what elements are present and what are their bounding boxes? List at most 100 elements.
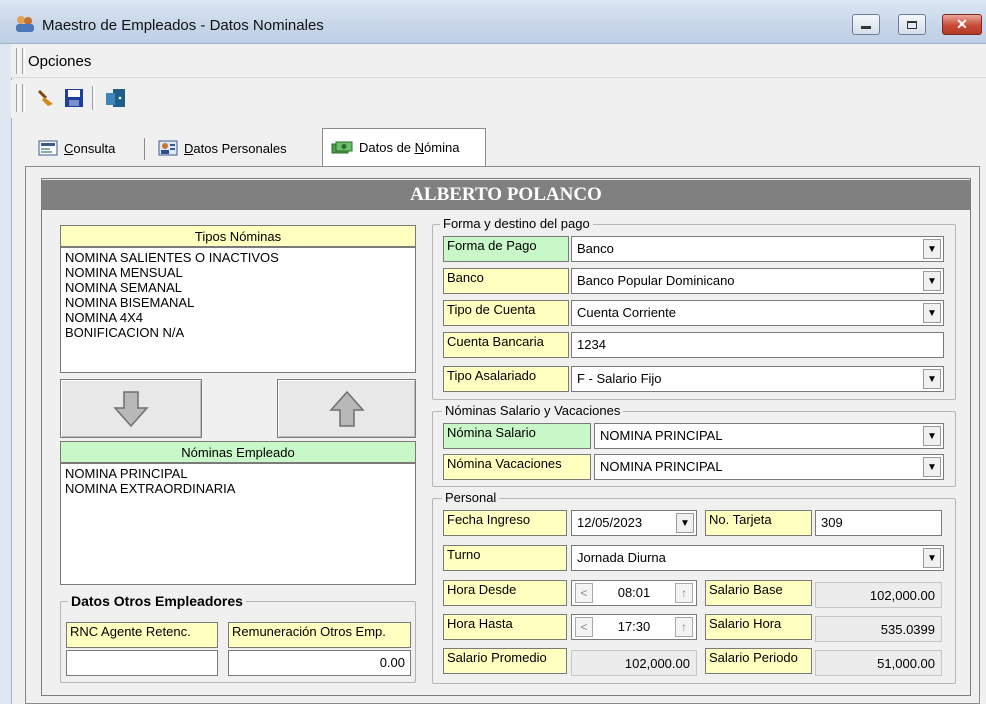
- broom-icon[interactable]: [36, 88, 56, 108]
- banco-select[interactable]: Banco Popular Dominicano ▼: [571, 268, 944, 294]
- menu-grip: [22, 48, 25, 74]
- turno-select[interactable]: Jornada Diurna ▼: [571, 545, 944, 571]
- tipo-cuenta-label: Tipo de Cuenta: [443, 300, 569, 326]
- chevron-down-icon[interactable]: ▼: [923, 457, 941, 477]
- no-tarjeta-input[interactable]: 309: [815, 510, 942, 536]
- personal-legend: Personal: [442, 490, 500, 505]
- maximize-button[interactable]: [898, 14, 926, 35]
- nominas-empleado-list[interactable]: NOMINA PRINCIPAL NOMINA EXTRAORDINARIA: [60, 463, 416, 585]
- tab-consulta[interactable]: Consulta: [30, 130, 123, 166]
- hora-desde-label: Hora Desde: [443, 580, 567, 606]
- decrement-arrow-icon[interactable]: <: [575, 617, 593, 637]
- move-down-button[interactable]: [60, 379, 202, 438]
- fecha-ingreso-picker[interactable]: 12/05/2023 ▼: [571, 510, 697, 536]
- list-item[interactable]: NOMINA 4X4: [65, 310, 411, 325]
- cuenta-bancaria-label: Cuenta Bancaria: [443, 332, 569, 358]
- hora-hasta-value: 17:30: [617, 619, 651, 634]
- fecha-ingreso-label: Fecha Ingreso: [443, 510, 567, 536]
- menu-bar: [11, 44, 986, 78]
- list-item[interactable]: NOMINA PRINCIPAL: [65, 466, 411, 481]
- banco-label: Banco: [443, 268, 569, 294]
- consulta-icon: [38, 140, 58, 156]
- remuneracion-label: Remuneración Otros Emp.: [228, 622, 411, 648]
- calendar-dropdown-icon[interactable]: ▼: [676, 513, 694, 533]
- hora-hasta-label: Hora Hasta: [443, 614, 567, 640]
- tipo-cuenta-value: Cuenta Corriente: [577, 305, 676, 320]
- nomina-vacaciones-label: Nómina Vacaciones: [443, 454, 591, 480]
- salario-promedio-value: 102,000.00: [571, 650, 697, 676]
- tab-label: Datos de Nómina: [359, 140, 460, 155]
- list-item[interactable]: NOMINA MENSUAL: [65, 265, 411, 280]
- minimize-button[interactable]: [852, 14, 880, 35]
- hora-desde-value: 08:01: [617, 585, 651, 600]
- move-up-button[interactable]: [277, 379, 416, 438]
- tipos-nominas-list[interactable]: NOMINA SALIENTES O INACTIVOS NOMINA MENS…: [60, 247, 416, 373]
- salario-base-label: Salario Base: [705, 580, 812, 606]
- nominas-sv-legend: Nóminas Salario y Vacaciones: [442, 403, 624, 418]
- list-item[interactable]: NOMINA BISEMANAL: [65, 295, 411, 310]
- list-item[interactable]: BONIFICACION N/A: [65, 325, 411, 340]
- toolbar-grip: [22, 84, 25, 112]
- otros-empleadores-title: Datos Otros Empleadores: [68, 593, 246, 609]
- salario-hora-label: Salario Hora: [705, 614, 812, 640]
- nomina-salario-value: NOMINA PRINCIPAL: [600, 428, 723, 443]
- remuneracion-input[interactable]: 0.00: [228, 650, 411, 676]
- salario-promedio-label: Salario Promedio: [443, 648, 567, 674]
- menu-opciones[interactable]: Opciones: [28, 53, 91, 70]
- money-icon: [331, 141, 353, 153]
- tab-datos-personales[interactable]: Datos Personales: [150, 130, 295, 166]
- tab-label: Consulta: [64, 140, 116, 156]
- no-tarjeta-label: No. Tarjeta: [705, 510, 812, 536]
- nomina-vacaciones-select[interactable]: NOMINA PRINCIPAL ▼: [594, 454, 944, 480]
- arrow-down-icon: [113, 390, 149, 427]
- arrow-up-icon: [328, 390, 365, 427]
- app-icon: [15, 15, 35, 33]
- hora-hasta-input[interactable]: < 17:30 ↑: [571, 614, 697, 640]
- chevron-down-icon[interactable]: ▼: [923, 303, 941, 323]
- salario-base-value: 102,000.00: [815, 582, 942, 608]
- nomina-salario-label: Nómina Salario: [443, 423, 591, 449]
- increment-arrow-icon[interactable]: ↑: [675, 617, 693, 637]
- tipo-cuenta-select[interactable]: Cuenta Corriente ▼: [571, 300, 944, 326]
- tipos-nominas-header: Tipos Nóminas: [60, 225, 416, 247]
- cuenta-bancaria-input[interactable]: 1234: [571, 332, 944, 358]
- banco-value: Banco Popular Dominicano: [577, 273, 735, 288]
- chevron-down-icon[interactable]: ▼: [923, 239, 941, 259]
- chevron-down-icon[interactable]: ▼: [923, 369, 941, 389]
- list-item[interactable]: NOMINA SEMANAL: [65, 280, 411, 295]
- maximize-icon: [907, 20, 917, 29]
- hora-desde-input[interactable]: < 08:01 ↑: [571, 580, 697, 606]
- employee-name: ALBERTO POLANCO: [42, 180, 970, 210]
- tab-divider: [144, 138, 145, 160]
- save-icon[interactable]: [64, 88, 84, 108]
- tab-label: Datos Personales: [184, 140, 287, 156]
- toolbar: [11, 80, 986, 118]
- salario-hora-value: 535.0399: [815, 616, 942, 642]
- chevron-down-icon[interactable]: ▼: [923, 426, 941, 446]
- close-button[interactable]: ✕: [942, 14, 982, 35]
- rnc-label: RNC Agente Retenc.: [66, 622, 218, 648]
- tipo-asalariado-select[interactable]: F - Salario Fijo ▼: [571, 366, 944, 392]
- list-item[interactable]: NOMINA SALIENTES O INACTIVOS: [65, 250, 411, 265]
- toolbar-separator: [92, 86, 95, 110]
- chevron-down-icon[interactable]: ▼: [923, 548, 941, 568]
- decrement-arrow-icon[interactable]: <: [575, 583, 593, 603]
- list-item[interactable]: NOMINA EXTRAORDINARIA: [65, 481, 411, 496]
- fecha-ingreso-value: 12/05/2023: [577, 515, 643, 530]
- forma-pago-value: Banco: [577, 241, 614, 256]
- rnc-input[interactable]: [66, 650, 218, 676]
- nomina-salario-select[interactable]: NOMINA PRINCIPAL ▼: [594, 423, 944, 449]
- turno-label: Turno: [443, 545, 567, 571]
- salario-periodo-label: Salario Periodo: [705, 648, 812, 674]
- exit-door-icon[interactable]: [104, 88, 125, 108]
- forma-pago-select[interactable]: Banco ▼: [571, 236, 944, 262]
- chevron-down-icon[interactable]: ▼: [923, 271, 941, 291]
- tipo-asalariado-label: Tipo Asalariado: [443, 366, 569, 392]
- person-card-icon: [158, 140, 178, 156]
- tipo-asalariado-value: F - Salario Fijo: [577, 371, 662, 386]
- forma-destino-legend: Forma y destino del pago: [440, 216, 593, 231]
- salario-periodo-value: 51,000.00: [815, 650, 942, 676]
- minimize-icon: [861, 26, 871, 29]
- tab-datos-nomina[interactable]: Datos de Nómina: [322, 128, 486, 166]
- increment-arrow-icon[interactable]: ↑: [675, 583, 693, 603]
